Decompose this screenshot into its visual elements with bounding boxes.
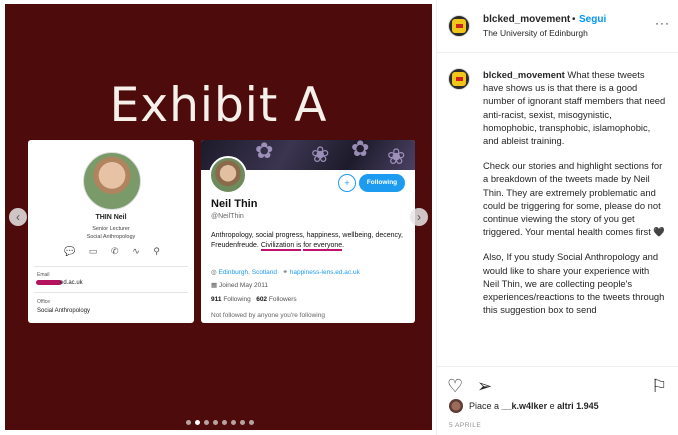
profile-photo: [83, 152, 141, 210]
carousel-slide: Exhibit A THIN Neil Senior Lecturer Soci…: [5, 4, 432, 430]
carousel-dot: [249, 420, 254, 425]
role-department: Social Anthropology: [86, 234, 136, 240]
likes-prefix: Piace a: [469, 401, 502, 411]
bio-end: .: [342, 242, 345, 249]
joined-date: Joined May 2011: [218, 282, 268, 289]
chevron-left-icon: ‹: [16, 210, 20, 224]
link-icon: ⚭: [282, 269, 288, 276]
previous-slide-button[interactable]: ‹: [9, 208, 27, 226]
role-title: Senior Lecturer: [92, 226, 130, 232]
instagram-post-view: Exhibit A THIN Neil Senior Lecturer Soci…: [0, 0, 678, 435]
header-separator: •: [572, 14, 576, 25]
org-chart-icon: ⚲: [153, 246, 160, 256]
slide-title: Exhibit A: [109, 78, 328, 133]
action-bar: ♡ ➢ ⚐: [437, 366, 678, 402]
more-options-icon[interactable]: ···: [655, 16, 670, 30]
post-media: Exhibit A THIN Neil Senior Lecturer Soci…: [0, 0, 436, 435]
caption-avatar[interactable]: [448, 68, 470, 90]
liker-avatar: [449, 399, 463, 413]
notification-bell-icon: +: [338, 174, 356, 192]
post-header: blcked_movement • Segui The University o…: [437, 0, 678, 53]
university-profile-card: THIN Neil Senior Lecturer Social Anthrop…: [28, 140, 194, 323]
caption-username[interactable]: blcked_movement: [483, 69, 565, 80]
follow-counts: 911 Following 602 Followers: [211, 296, 297, 303]
flower-decoration: ✿: [351, 140, 370, 161]
carousel-dot: [186, 420, 191, 425]
liker-username[interactable]: __k.w4lker: [502, 401, 548, 411]
video-icon: ▭: [88, 246, 98, 256]
post-details-panel: blcked_movement • Segui The University o…: [436, 0, 678, 435]
caption-paragraph: Check our stories and highlight sections…: [483, 160, 666, 238]
divider: [34, 292, 188, 293]
chevron-right-icon: ›: [417, 210, 421, 224]
caption-paragraph: Also, If you study Social Anthropology a…: [483, 251, 665, 316]
bio-highlight: for everyone: [303, 242, 343, 251]
flower-decoration: ❀: [311, 142, 330, 167]
twitter-handle: @NeilThin: [211, 213, 244, 220]
likes-middle: e: [547, 401, 558, 411]
chat-icon: 💬: [64, 246, 76, 256]
carousel-dot: [240, 420, 245, 425]
followers-count: 602: [256, 296, 268, 303]
phone-icon: ✆: [111, 246, 119, 256]
office-value: Social Anthropology: [37, 308, 91, 314]
email-label: Email: [37, 272, 50, 278]
carousel-indicators: [180, 420, 260, 425]
header-location[interactable]: The University of Edinburgh: [483, 28, 588, 38]
profile-role: Senior Lecturer Social Anthropology: [28, 225, 194, 241]
flower-decoration: ❀: [387, 144, 406, 169]
twitter-bio: Anthropology, social progress, happiness…: [211, 231, 409, 251]
carousel-dot: [231, 420, 236, 425]
send-icon[interactable]: ➢: [477, 376, 492, 397]
joined-row: ▦ Joined May 2011: [211, 281, 268, 289]
followers-label: Followers: [268, 296, 297, 303]
following-label: Following: [223, 296, 251, 303]
carousel-dot: [213, 420, 218, 425]
carousel-dot: [195, 420, 200, 425]
likes-text: Piace a __k.w4lker e altri 1.945: [469, 401, 599, 411]
divider: [34, 266, 188, 267]
twitter-avatar: [209, 156, 247, 194]
heart-icon[interactable]: ♡: [447, 376, 463, 397]
header-username[interactable]: blcked_movement: [483, 14, 570, 25]
carousel-dot: [204, 420, 209, 425]
caption-area[interactable]: blcked_movement What these tweets have s…: [437, 54, 678, 366]
caption-paragraph: What these tweets have shows us is that …: [483, 69, 666, 147]
bio-highlight: Civilization is: [260, 242, 302, 251]
activity-icon: ∿: [132, 246, 140, 256]
email-value: ed.ac.uk: [60, 280, 83, 286]
bookmark-icon[interactable]: ⚐: [651, 376, 667, 397]
likes-others[interactable]: altri 1.945: [557, 401, 599, 411]
office-label: Office: [37, 299, 50, 305]
twitter-name: Neil Thin: [211, 198, 258, 210]
next-slide-button[interactable]: ›: [410, 208, 428, 226]
location-icon: ◎: [211, 269, 217, 276]
following-button: Following: [359, 174, 405, 192]
post-date: 5 APRILE: [449, 422, 482, 429]
following-count: 911: [211, 296, 222, 303]
profile-name: THIN Neil: [95, 214, 127, 221]
follow-button[interactable]: Segui: [579, 14, 606, 25]
carousel-dot: [222, 420, 227, 425]
caption-text: blcked_movement What these tweets have s…: [483, 68, 667, 328]
redaction-mark: [36, 280, 62, 285]
calendar-icon: ▦: [211, 282, 218, 289]
twitter-website: happiness-lens.ed.ac.uk: [289, 269, 360, 276]
twitter-profile-card: ✿ ❀ ✿ ❀ + Following Neil Thin @NeilThin …: [201, 140, 415, 323]
contact-icons: 💬 ▭ ✆ ∿ ⚲: [64, 246, 160, 257]
account-avatar[interactable]: [448, 15, 470, 37]
not-followed-note: Not followed by anyone you're following: [211, 312, 325, 319]
flower-decoration: ✿: [255, 140, 274, 163]
twitter-meta-row: ◎ Edinburgh, Scotland ⚭ happiness-lens.e…: [211, 268, 360, 276]
twitter-location: Edinburgh, Scotland: [218, 269, 278, 276]
